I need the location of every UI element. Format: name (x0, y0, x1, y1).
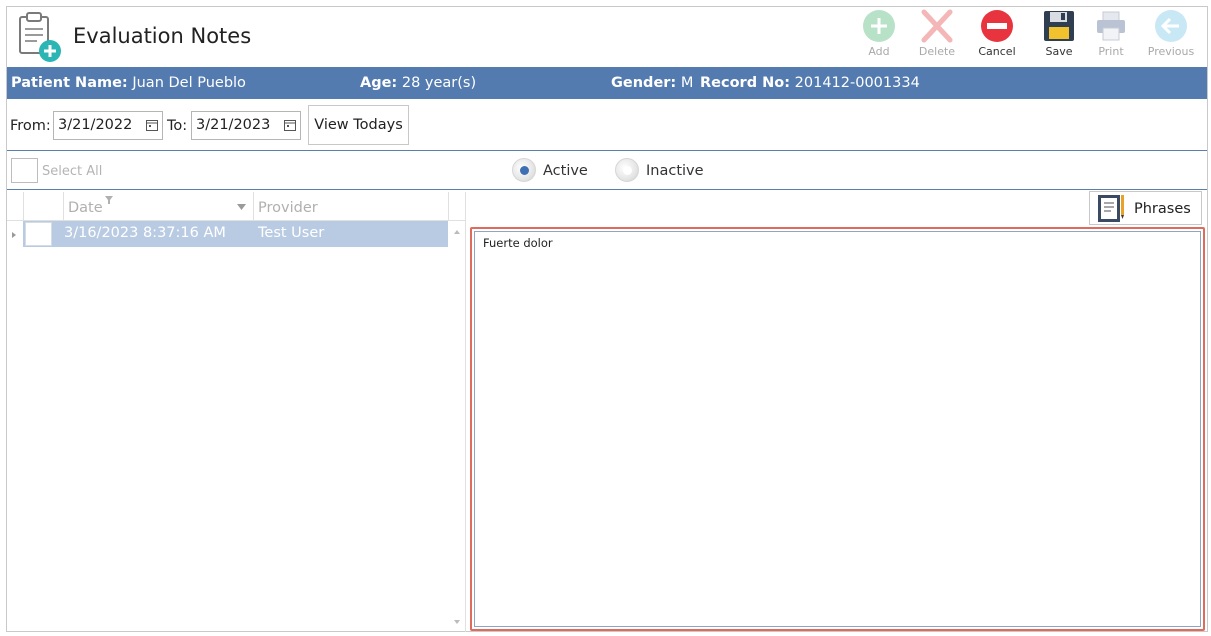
patient-record-value: 201412-0001334 (794, 75, 920, 91)
calendar-icon[interactable] (284, 119, 296, 131)
patient-gender-value: M (680, 75, 694, 91)
patient-age-label: Age: (360, 75, 398, 91)
active-label: Active (543, 163, 588, 179)
delete-icon (921, 9, 953, 43)
note-text-area[interactable]: Fuerte dolor (474, 231, 1201, 627)
patient-name: Patient Name: Juan Del Pueblo (11, 75, 246, 91)
patient-age-value: 28 year(s) (401, 75, 477, 91)
column-header-provider[interactable]: Provider (258, 200, 318, 216)
to-label: To: (167, 118, 188, 134)
row-checkbox[interactable] (25, 222, 52, 246)
select-all-checkbox[interactable] (11, 158, 38, 183)
dropdown-arrow-icon[interactable] (237, 204, 246, 210)
column-header-date[interactable]: Date (68, 200, 103, 216)
from-date-value: 3/21/2022 (58, 117, 133, 133)
add-button-label: Add (868, 45, 890, 58)
patient-age: Age: 28 year(s) (360, 75, 476, 91)
cancel-icon (981, 10, 1013, 42)
radio-unselected-dot (623, 166, 632, 175)
column-divider (253, 192, 254, 221)
inactive-label: Inactive (646, 163, 704, 179)
phrases-button[interactable]: Phrases (1089, 191, 1202, 225)
delete-button-label: Delete (918, 45, 956, 58)
row-date: 3/16/2023 8:37:16 AM (64, 225, 226, 241)
add-icon (863, 10, 895, 42)
header-toolbar: Evaluation Notes Add Delete Cancel Save … (7, 7, 1207, 67)
date-filter-row: From: 3/21/2022 To: 3/21/2023 View Today… (7, 103, 1207, 151)
from-label: From: (10, 118, 51, 134)
evaluation-notes-window: Evaluation Notes Add Delete Cancel Save … (6, 6, 1208, 632)
active-radio[interactable] (512, 158, 536, 182)
print-button-label: Print (1098, 45, 1124, 58)
print-button[interactable]: Print (1081, 9, 1141, 65)
add-button[interactable]: Add (849, 9, 909, 65)
row-provider: Test User (258, 225, 325, 241)
grid-header: Date Provider (7, 192, 466, 221)
scroll-up-arrow[interactable] (454, 230, 460, 234)
patient-gender-label: Gender: (611, 75, 677, 91)
cancel-button-label: Cancel (978, 45, 1016, 58)
previous-button[interactable]: Previous (1141, 9, 1201, 65)
header-select-column (23, 192, 64, 221)
save-button-label: Save (1045, 45, 1073, 58)
clipboard-notes-icon (1098, 195, 1124, 222)
floppy-disk-icon (1044, 11, 1074, 41)
cancel-button[interactable]: Cancel (967, 9, 1027, 65)
patient-record-label: Record No: (700, 75, 791, 91)
patient-record: Record No: 201412-0001334 (700, 75, 920, 91)
phrases-button-label: Phrases (1134, 201, 1191, 217)
save-button[interactable]: Save (1029, 9, 1089, 65)
printer-icon (1097, 11, 1125, 41)
table-row[interactable]: 3/16/2023 8:37:16 AM Test User (23, 221, 448, 247)
arrow-left-icon (1155, 10, 1187, 42)
row-indicator-icon (12, 232, 16, 238)
radio-selected-dot (520, 166, 529, 175)
view-todays-button[interactable]: View Todays (308, 105, 409, 145)
page-title: Evaluation Notes (73, 24, 252, 48)
patient-name-label: Patient Name: (11, 75, 128, 91)
status-filter-row: Select All Active Inactive (7, 152, 1207, 190)
to-date-value: 3/21/2023 (196, 117, 271, 133)
scroll-down-arrow[interactable] (454, 620, 460, 624)
column-divider (448, 192, 449, 221)
calendar-icon[interactable] (146, 119, 158, 131)
delete-button[interactable]: Delete (907, 9, 967, 65)
note-editor-focus-frame: Fuerte dolor (470, 227, 1205, 631)
inactive-radio[interactable] (615, 158, 639, 182)
filter-icon[interactable] (105, 196, 113, 204)
evaluation-notes-icon (17, 11, 63, 63)
select-all-label: Select All (42, 164, 103, 179)
to-date-field[interactable]: 3/21/2023 (191, 111, 301, 140)
previous-button-label: Previous (1147, 45, 1195, 58)
notes-grid: Date Provider 3/16/2023 8:37:16 AM Test … (7, 192, 466, 632)
patient-info-bar: Patient Name: Juan Del Pueblo Age: 28 ye… (7, 67, 1207, 99)
patient-name-value: Juan Del Pueblo (132, 75, 246, 91)
patient-gender: Gender: M (611, 75, 693, 91)
from-date-field[interactable]: 3/21/2022 (53, 111, 163, 140)
